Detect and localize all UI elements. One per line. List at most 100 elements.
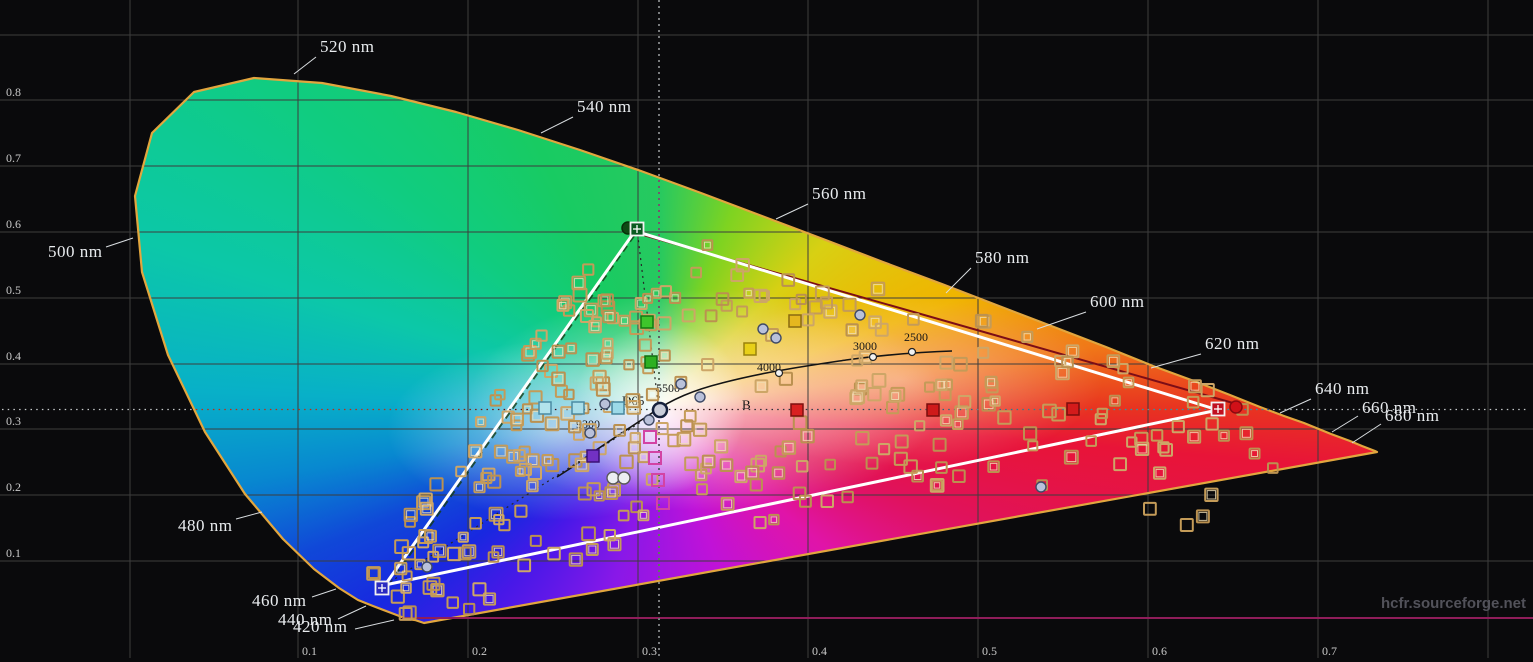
scatter-point (871, 373, 887, 388)
x-axis-tick-label: 0.7 (1322, 644, 1337, 658)
scatter-point (463, 602, 476, 616)
scatter-point (582, 263, 595, 276)
scatter-point (1171, 420, 1185, 434)
x-axis-tick-label: 0.1 (302, 644, 317, 658)
scatter-point (842, 297, 857, 312)
scatter-point-inner (553, 374, 564, 384)
reference-color-square (644, 355, 658, 369)
wavelength-label: 420 nm (293, 617, 347, 636)
scatter-point-inner (745, 290, 752, 297)
scatter-point (638, 338, 652, 352)
scatter-point (743, 287, 755, 299)
wavelength-leader-line (540, 116, 574, 134)
scatter-point (753, 516, 767, 530)
scatter-point-inner (524, 405, 531, 413)
scatter-point-inner (716, 441, 726, 452)
scatter-point-inner (891, 392, 900, 401)
wavelength-leader-line (1036, 311, 1087, 330)
scatter-point-inner (1241, 428, 1251, 438)
scatter-point-inner (1066, 452, 1077, 463)
scatter-point-inner (496, 447, 506, 457)
scatter-point (939, 355, 954, 370)
y-axis-tick-label: 0.1 (6, 546, 21, 560)
wavelength-leader-line (293, 56, 317, 75)
reference-color-square (586, 449, 600, 463)
scatter-point (855, 431, 870, 446)
scatter-point-inner (632, 434, 639, 441)
scatter-point (774, 445, 787, 458)
wavelength-label: 640 nm (1315, 379, 1369, 398)
scatter-point-inner (873, 284, 883, 294)
wavelength-leader-line (105, 237, 134, 248)
scatter-point (529, 534, 542, 547)
y-axis-tick-label: 0.2 (6, 480, 21, 494)
scatter-point-inner (1220, 432, 1228, 440)
blackbody-temperature-label: 2500 (904, 330, 928, 344)
reference-color-square (640, 315, 654, 329)
wavelength-leader-line (311, 588, 337, 598)
reference-color-square (788, 314, 802, 328)
reference-color-square (611, 401, 625, 415)
blackbody-tick-circle (868, 352, 878, 362)
gray-measurement-dot (675, 378, 687, 390)
wavelength-leader-line (1150, 353, 1202, 369)
scatter-point (792, 415, 808, 430)
scatter-point (931, 479, 943, 492)
scatter-point (572, 287, 588, 303)
reference-color-square (538, 401, 552, 415)
scatter-point-inner (989, 462, 998, 471)
scatter-point (457, 531, 469, 543)
measured-gamut-green-blue-dashed (391, 235, 635, 581)
scatter-point-inner (679, 434, 689, 445)
scatter-point (623, 359, 635, 371)
white-measurement-dot (606, 471, 620, 485)
scatter-point (749, 478, 763, 492)
gray-measurement-dot (694, 391, 706, 403)
scatter-point-inner (653, 290, 660, 297)
scatter-point-inner (640, 453, 648, 461)
wavelength-label: 480 nm (178, 516, 232, 535)
white-measurement-dot (617, 471, 631, 485)
scatter-point-inner (695, 425, 705, 435)
scatter-point (617, 509, 630, 522)
wavelength-leader-line (354, 619, 395, 630)
scatter-point (514, 504, 528, 518)
scatter-point-inner (704, 241, 711, 249)
scatter-point (924, 381, 936, 393)
scatter-point (701, 358, 715, 372)
scatter-point (886, 400, 900, 415)
scatter-point-inner (1023, 333, 1031, 341)
wavelength-label: 520 nm (320, 37, 374, 56)
reference-color-square (1066, 402, 1080, 416)
scatter-point (952, 418, 964, 430)
wavelength-leader-line (775, 203, 809, 220)
scatter-point (795, 460, 809, 473)
scatter-point (1042, 403, 1057, 419)
scatter-point (1205, 417, 1219, 431)
scatter-point-inner (956, 407, 967, 418)
scatter-point (997, 410, 1012, 425)
scatter-point-inner (571, 554, 581, 565)
gray-measurement-dot (421, 561, 433, 573)
gray-measurement-dot (643, 414, 655, 426)
scatter-point (894, 434, 909, 449)
measured-red-primary-dot (1229, 400, 1243, 414)
scatter-point (820, 494, 834, 508)
scatter-point (602, 337, 614, 350)
scatter-point (952, 469, 966, 483)
wavelength-label: 560 nm (812, 184, 866, 203)
scatter-point-inner (630, 443, 639, 452)
scatter-point-inner (1198, 511, 1208, 521)
wavelength-label: 680 nm (1385, 406, 1439, 425)
y-axis-tick-label: 0.6 (6, 217, 21, 231)
gray-measurement-dot (599, 398, 611, 410)
cie-chromaticity-diagram: 520 nm 540 nm 560 nm 580 nm 600 nm 620 nm 640 … (0, 0, 1533, 662)
scatter-point (736, 305, 749, 318)
scatter-point-inner (587, 354, 598, 365)
scatter-point-inner (475, 483, 484, 491)
scatter-point-inner (621, 317, 628, 325)
scatter-point-inner (1155, 468, 1164, 478)
scatter-point-inner (567, 344, 575, 352)
y-axis-tick-label: 0.3 (6, 414, 21, 428)
scatter-point (1159, 443, 1174, 457)
